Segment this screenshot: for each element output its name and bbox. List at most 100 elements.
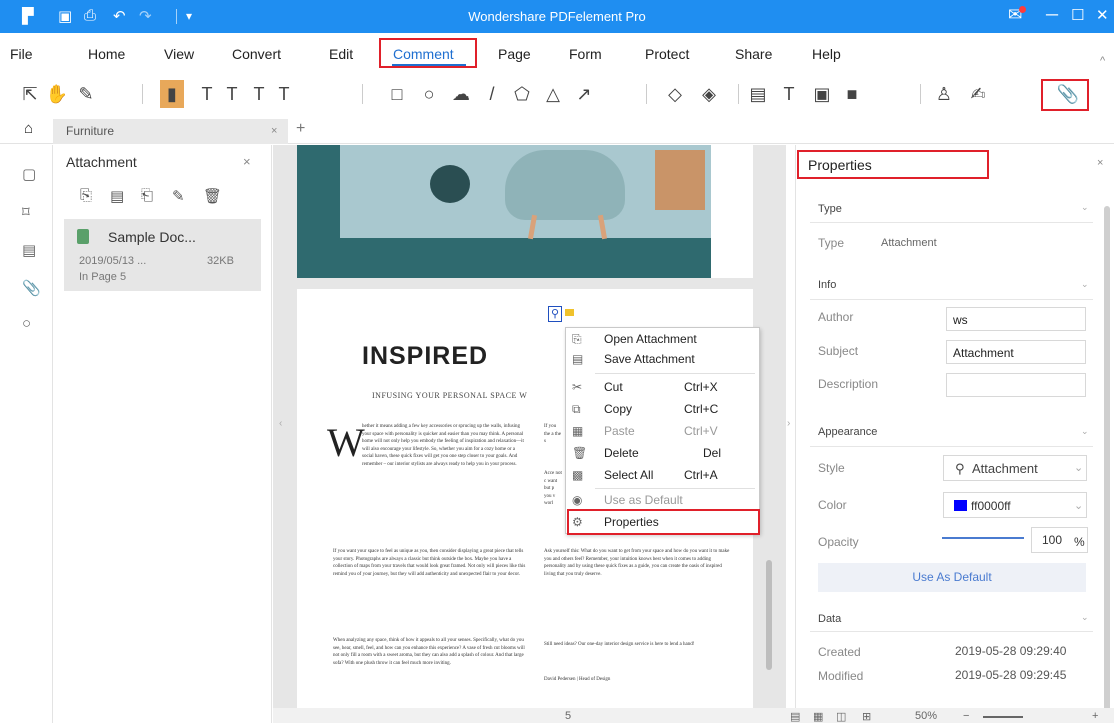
page-number[interactable]: 5 [565,710,571,722]
document-scrollbar[interactable] [766,560,772,670]
context-menu-item-copy[interactable]: Copy [604,402,632,416]
select-tool-icon[interactable]: ⇱ [18,80,42,108]
signature-icon[interactable]: ✍ [966,80,990,108]
chevron-down-icon[interactable]: ⌄ [1081,426,1089,437]
menu-file[interactable]: File [10,46,33,62]
typewriter-icon[interactable]: T [777,80,801,108]
replace-text-icon[interactable]: T [272,80,296,108]
menu-convert[interactable]: Convert [232,46,281,62]
properties-close-icon[interactable]: × [1097,157,1103,169]
eraser-icon[interactable]: ◈ [697,80,721,108]
minimize-button[interactable]: ─ [1046,5,1058,25]
zoom-in-button[interactable]: + [1092,710,1098,722]
add-attachment-icon[interactable]: ⎘ [80,187,92,204]
menu-home[interactable]: Home [88,46,125,62]
description-field[interactable] [946,373,1086,397]
oval-icon[interactable]: ○ [417,80,441,108]
maximize-button[interactable]: ☐ [1071,6,1084,24]
search-icon[interactable]: ○ [22,315,31,332]
context-menu-item-delete[interactable]: Delete [604,446,639,460]
attachment-date: 2019/05/13 ... [79,255,147,267]
menu-help[interactable]: Help [812,46,841,62]
cloud-icon[interactable]: ☁ [449,80,473,108]
use-as-default-button[interactable]: Use As Default [818,563,1086,592]
collapse-left-panel-icon[interactable]: ‹ [279,418,282,429]
opacity-slider[interactable] [942,537,1024,539]
toolbar-divider [362,84,363,104]
save-attachment-icon: ▤ [572,352,584,366]
zoom-level[interactable]: 50% [915,710,937,722]
rectangle-icon[interactable]: □ [385,80,409,108]
continuous-icon[interactable]: ▦ [813,710,823,723]
section-info-label: Info [818,279,837,291]
polyline-icon[interactable]: △ [541,80,565,108]
toolbar-divider [142,84,143,104]
section-data-label: Data [818,613,842,625]
context-menu-item-select-all[interactable]: Select All [604,468,653,482]
stamp-icon[interactable]: ♙ [932,80,956,108]
zoom-out-button[interactable]: − [963,710,969,722]
delete-attachment-icon[interactable]: 🗑 [203,187,222,205]
collapse-ribbon-icon[interactable]: ^ [1100,55,1105,67]
close-button[interactable]: ✕ [1096,6,1109,24]
section-type[interactable] [810,193,1093,223]
zoom-slider[interactable] [983,716,1023,718]
color-label: Color [818,498,847,512]
section-info[interactable] [810,270,1093,300]
line-icon[interactable]: / [480,80,504,108]
attachment-annotation-pin-icon[interactable]: ⚲ [548,306,562,322]
menu-share[interactable]: Share [735,46,772,62]
author-field[interactable]: ws [946,307,1086,331]
cut-icon: ✂ [572,380,583,394]
edit-attachment-icon[interactable]: ✎ [172,187,185,205]
chevron-down-icon[interactable]: ⌄ [1081,612,1089,623]
section-data[interactable] [810,602,1093,632]
pages-icon[interactable]: ▢ [22,165,36,183]
pencil-icon[interactable]: ◇ [663,80,687,108]
photo-lamp [430,165,470,203]
textbox-icon[interactable]: ▣ [810,80,834,108]
highlight-icon[interactable]: ▮ [160,80,184,108]
article-paragraph: When analyzing any space, think of how i… [333,638,525,666]
chevron-down-icon[interactable]: ⌄ [1081,279,1089,290]
subject-field[interactable]: Attachment [946,340,1086,364]
context-menu-item-save-attachment[interactable]: Save Attachment [604,352,695,366]
tab-close-icon[interactable]: × [271,125,277,137]
area-highlight-icon[interactable]: ■ [840,80,864,108]
squiggly-icon[interactable]: T [247,80,271,108]
collapse-right-panel-icon[interactable]: › [787,418,790,429]
menu-view[interactable]: View [164,46,194,62]
underline-icon[interactable]: T [220,80,244,108]
strikethrough-icon[interactable]: T [195,80,219,108]
menu-protect[interactable]: Protect [645,46,689,62]
bookmark-icon[interactable]: ⌑ [22,203,30,221]
open-attachment-icon[interactable]: ⎗ [141,187,153,204]
notification-dot [1019,6,1026,13]
shortcut-label: Ctrl+A [684,468,718,482]
new-tab-icon[interactable]: + [296,120,305,138]
hand-tool-icon[interactable]: ✋ [45,80,69,108]
title-bar: ▛ ▣ ⎙ ↶ ↷ ▾ Wondershare PDFelement Pro ✉… [0,0,1114,33]
tab-furniture-label: Furniture [66,124,115,138]
two-page-icon[interactable]: ◫ [836,710,846,723]
attachment-size: 32KB [207,255,234,267]
attachment-icon[interactable]: 📎 [22,279,41,297]
save-attachment-icon[interactable]: ▤ [110,187,124,205]
comment-icon[interactable]: ▤ [22,241,36,259]
context-menu-item-open-attachment[interactable]: Open Attachment [604,332,697,346]
home-icon[interactable]: ⌂ [24,120,33,137]
single-page-icon[interactable]: ▤ [790,710,800,723]
menu-form[interactable]: Form [569,46,602,62]
context-menu-item-cut[interactable]: Cut [604,380,623,394]
properties-scrollbar[interactable] [1104,206,1110,716]
menu-page[interactable]: Page [498,46,531,62]
text-comment-icon[interactable]: ▤ [746,80,770,108]
article-signature: David Pedersen | Head of Design [544,677,611,682]
polygon-icon[interactable]: ⬠ [510,80,534,108]
grid-icon[interactable]: ⊞ [862,710,871,723]
attachment-panel-close-icon[interactable]: × [243,154,251,169]
arrow-icon[interactable]: ↗ [572,80,596,108]
chevron-down-icon[interactable]: ⌄ [1081,202,1089,213]
note-icon[interactable]: ✎ [74,80,98,108]
menu-edit[interactable]: Edit [329,46,353,62]
